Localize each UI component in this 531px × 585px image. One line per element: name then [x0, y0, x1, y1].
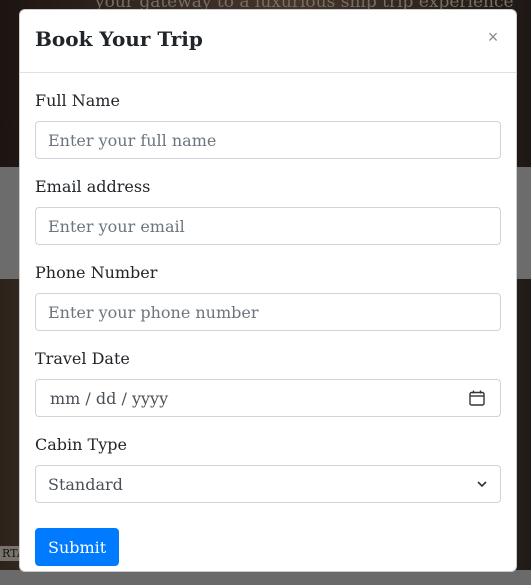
email-input[interactable] — [35, 207, 501, 245]
cabin-type-select[interactable]: Standard — [35, 465, 501, 503]
full-name-group: Full Name — [35, 89, 501, 159]
phone-input[interactable] — [35, 293, 501, 331]
travel-date-input[interactable]: mm / dd / yyyy — [35, 379, 501, 417]
booking-modal: Book Your Trip × Full Name Email address… — [19, 9, 517, 572]
close-icon: × — [487, 27, 499, 47]
modal-title: Book Your Trip — [35, 27, 203, 51]
calendar-icon[interactable] — [468, 389, 486, 407]
chevron-down-icon — [477, 481, 487, 488]
modal-header: Book Your Trip × — [20, 10, 516, 73]
submit-button[interactable]: Submit — [35, 528, 120, 566]
cabin-type-selected: Standard — [48, 474, 123, 494]
travel-date-label: Travel Date — [35, 349, 130, 368]
cabin-type-group: Cabin Type Standard — [35, 433, 501, 503]
email-group: Email address — [35, 175, 501, 245]
date-placeholder: mm / dd / yyyy — [50, 388, 169, 408]
close-button[interactable]: × — [482, 26, 504, 48]
phone-label: Phone Number — [35, 263, 158, 282]
email-label: Email address — [35, 177, 151, 196]
phone-group: Phone Number — [35, 261, 501, 331]
full-name-input[interactable] — [35, 121, 501, 159]
cabin-type-label: Cabin Type — [35, 435, 127, 454]
travel-date-group: Travel Date mm / dd / yyyy — [35, 347, 501, 417]
full-name-label: Full Name — [35, 91, 120, 110]
